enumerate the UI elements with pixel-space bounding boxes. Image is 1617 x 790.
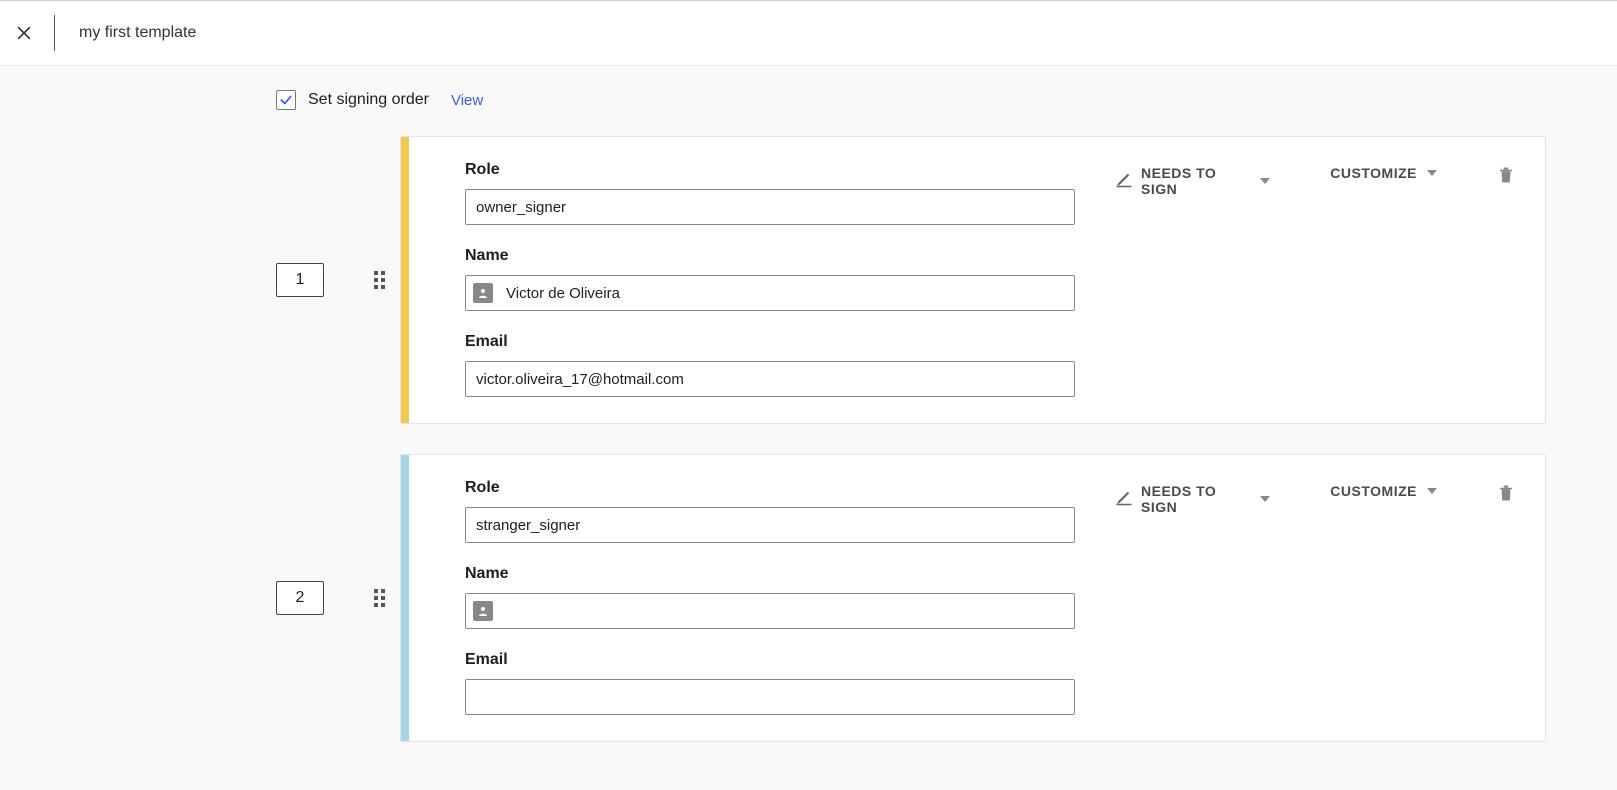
contact-icon	[473, 601, 493, 621]
name-label: Name	[465, 565, 1075, 583]
name-input[interactable]	[465, 593, 1075, 629]
email-label: Email	[465, 333, 1075, 351]
actions-column: NEEDS TO SIGN CUSTOMIZE	[1115, 479, 1515, 715]
signing-order-label: Set signing order	[308, 91, 429, 109]
role-field: Role	[465, 479, 1075, 543]
email-input[interactable]	[465, 679, 1075, 715]
recipient-color-bar	[401, 137, 409, 423]
fields-column: Role Name	[465, 161, 1075, 397]
content-area: Set signing order View 1 Role	[276, 90, 1546, 742]
trash-icon	[1497, 483, 1515, 503]
pen-icon	[1115, 488, 1133, 511]
view-signing-order-link[interactable]: View	[451, 92, 483, 109]
page-body: Set signing order View 1 Role	[0, 66, 1617, 790]
needs-to-sign-dropdown[interactable]: NEEDS TO SIGN	[1115, 483, 1270, 515]
role-field: Role	[465, 161, 1075, 225]
recipient-row: 2 Role Na	[276, 454, 1546, 742]
customize-dropdown[interactable]: CUSTOMIZE	[1330, 483, 1437, 499]
card-body: Role Name	[409, 455, 1545, 741]
role-input[interactable]	[465, 189, 1075, 225]
drag-handle[interactable]	[374, 271, 388, 289]
delete-recipient-button[interactable]	[1497, 165, 1515, 190]
trash-icon	[1497, 165, 1515, 185]
fields-column: Role Name	[465, 479, 1075, 715]
contact-icon	[473, 283, 493, 303]
drag-handle[interactable]	[374, 589, 388, 607]
top-bar: my first template	[0, 0, 1617, 66]
needs-to-sign-dropdown[interactable]: NEEDS TO SIGN	[1115, 165, 1270, 197]
role-label: Role	[465, 479, 1075, 497]
recipient-card: Role Name	[400, 136, 1546, 424]
signing-order-row: Set signing order View	[276, 90, 1546, 110]
recipient-card: Role Name	[400, 454, 1546, 742]
divider	[54, 15, 55, 51]
recipient-row: 1 Role Na	[276, 136, 1546, 424]
signing-order-checkbox[interactable]	[276, 90, 296, 110]
name-field: Name	[465, 565, 1075, 629]
role-label: Role	[465, 161, 1075, 179]
customize-dropdown[interactable]: CUSTOMIZE	[1330, 165, 1437, 181]
role-input[interactable]	[465, 507, 1075, 543]
name-input[interactable]	[465, 275, 1075, 311]
chevron-down-icon	[1260, 178, 1270, 184]
customize-label: CUSTOMIZE	[1330, 165, 1417, 181]
delete-recipient-button[interactable]	[1497, 483, 1515, 508]
needs-to-sign-label: NEEDS TO SIGN	[1141, 165, 1250, 197]
card-body: Role Name	[409, 137, 1545, 423]
needs-to-sign-label: NEEDS TO SIGN	[1141, 483, 1250, 515]
order-number-input[interactable]: 2	[276, 581, 324, 615]
name-field: Name	[465, 247, 1075, 311]
order-number-input[interactable]: 1	[276, 263, 324, 297]
close-button[interactable]	[12, 21, 36, 45]
email-field: Email	[465, 333, 1075, 397]
chevron-down-icon	[1260, 496, 1270, 502]
name-label: Name	[465, 247, 1075, 265]
close-icon	[14, 23, 34, 43]
chevron-down-icon	[1427, 488, 1437, 494]
customize-label: CUSTOMIZE	[1330, 483, 1417, 499]
page-title: my first template	[79, 24, 196, 42]
email-label: Email	[465, 651, 1075, 669]
email-field: Email	[465, 651, 1075, 715]
check-icon	[279, 93, 293, 107]
actions-column: NEEDS TO SIGN CUSTOMIZE	[1115, 161, 1515, 397]
pen-icon	[1115, 170, 1133, 193]
chevron-down-icon	[1427, 170, 1437, 176]
recipient-color-bar	[401, 455, 409, 741]
email-input[interactable]	[465, 361, 1075, 397]
